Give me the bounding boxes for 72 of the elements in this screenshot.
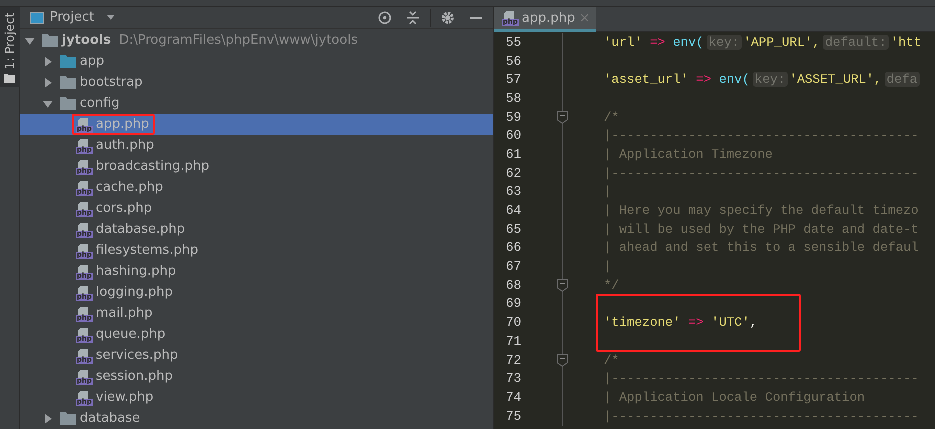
- line-number: 60: [505, 128, 523, 144]
- folder-name[interactable]: config: [80, 96, 120, 111]
- folder-icon: [60, 76, 76, 89]
- line-number: 73: [505, 371, 523, 386]
- code-line: |----------------------------------------: [604, 371, 919, 386]
- line-number: 69: [505, 296, 523, 312]
- code-line: | Application Locale Configuration: [604, 390, 866, 405]
- code-line: |: [604, 259, 612, 274]
- line-number: 68: [505, 278, 523, 293]
- line-number: 59: [505, 110, 523, 125]
- fold-icon[interactable]: [557, 278, 568, 292]
- file-name[interactable]: queue.php: [96, 327, 166, 342]
- code-line: | Application Timezone: [604, 146, 773, 162]
- file-name[interactable]: view.php: [96, 390, 154, 405]
- line-number: 61: [505, 146, 523, 162]
- line-number: 65: [505, 222, 523, 237]
- line-number: 63: [505, 184, 523, 200]
- fold-icon[interactable]: [557, 110, 568, 124]
- folder-name[interactable]: bootstrap: [80, 75, 143, 90]
- line-number: 71: [505, 334, 523, 349]
- line-number: 55: [505, 34, 523, 50]
- line-number: 64: [505, 203, 523, 218]
- line-number: 75: [505, 408, 523, 424]
- folder-path: D:\ProgramFiles\phpEnv\www\jytools: [119, 33, 358, 48]
- folder-icon: [60, 55, 76, 68]
- code-line: |: [604, 184, 612, 200]
- folder-icon: [60, 412, 76, 425]
- folder-icon: [60, 97, 76, 110]
- file-name[interactable]: services.php: [96, 348, 178, 363]
- code-line: | will be used by the PHP date and date-t: [604, 222, 919, 237]
- collapsed-arrow-icon[interactable]: [42, 412, 54, 424]
- line-number: 56: [505, 54, 523, 69]
- fold-icon[interactable]: [557, 354, 568, 367]
- line-number: 72: [505, 352, 523, 368]
- code-line: | ahead and set this to a sensible defaul: [604, 240, 919, 256]
- file-name[interactable]: hashing.php: [96, 264, 176, 279]
- code-line: /*: [604, 352, 620, 368]
- file-name[interactable]: session.php: [96, 369, 173, 384]
- file-name[interactable]: cors.php: [96, 201, 152, 216]
- file-name[interactable]: cache.php: [96, 180, 164, 195]
- code-line: 'url' => env( key: 'APP_URL', default: 'htt: [604, 34, 922, 50]
- code-line: |----------------------------------------: [604, 408, 919, 424]
- code-line: /*: [604, 110, 620, 125]
- file-name[interactable]: database.php: [96, 222, 186, 237]
- code-line: */: [604, 278, 620, 293]
- file-name[interactable]: auth.php: [96, 138, 154, 153]
- file-name[interactable]: logging.php: [96, 285, 174, 300]
- collapsed-arrow-icon[interactable]: [42, 56, 54, 68]
- panel-title: Project: [50, 10, 94, 25]
- file-name[interactable]: filesystems.php: [96, 243, 198, 258]
- project-tool-tab[interactable]: 1: Project: [0, 7, 20, 87]
- collapsed-arrow-icon[interactable]: [42, 76, 54, 88]
- folder-name[interactable]: jytools: [62, 33, 112, 48]
- line-number: 58: [505, 90, 523, 106]
- code-line: | Here you may specify the default timezo: [604, 203, 919, 218]
- window-icon: [30, 12, 44, 24]
- code-line: |----------------------------------------: [604, 128, 919, 144]
- line-number: 67: [505, 259, 523, 274]
- line-number: 66: [505, 240, 523, 256]
- line-number: 74: [505, 390, 523, 405]
- folder-name[interactable]: app: [80, 54, 104, 69]
- folder-icon: [4, 74, 15, 83]
- code-line: |----------------------------------------: [604, 166, 919, 181]
- code-line: 'asset_url' => env( key: 'ASSET_URL', defa: [604, 72, 921, 88]
- file-name[interactable]: broadcasting.php: [96, 159, 210, 174]
- folder-name[interactable]: database: [80, 411, 140, 426]
- file-name[interactable]: mail.php: [96, 306, 153, 321]
- line-number: 57: [505, 72, 523, 88]
- line-number: 62: [505, 166, 523, 181]
- line-number: 70: [505, 315, 523, 330]
- folder-icon: [42, 34, 58, 47]
- code-line: 'timezone' => 'UTC',: [604, 315, 758, 330]
